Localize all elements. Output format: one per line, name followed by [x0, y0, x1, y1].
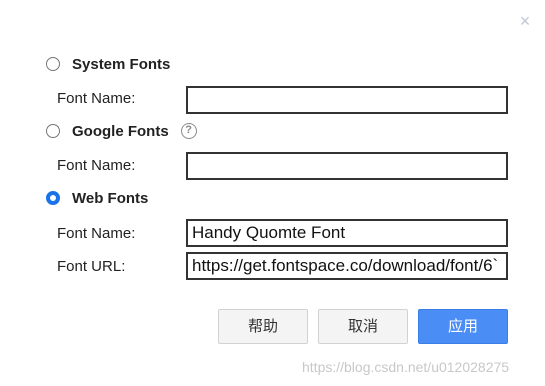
system-fonts-label: System Fonts: [72, 55, 171, 73]
system-fonts-option[interactable]: System Fonts: [46, 54, 170, 74]
watermark-text: https://blog.csdn.net/u012028275: [302, 359, 510, 375]
web-font-name-label: Font Name:: [57, 225, 136, 242]
system-fonts-radio[interactable]: [46, 57, 60, 71]
web-fonts-radio[interactable]: [46, 191, 60, 205]
system-font-name-input[interactable]: [186, 86, 508, 114]
google-fonts-option[interactable]: Google Fonts ?: [46, 121, 197, 141]
cancel-button[interactable]: 取消: [318, 309, 408, 344]
google-font-name-input[interactable]: [186, 152, 508, 180]
google-font-name-label: Font Name:: [57, 157, 136, 174]
google-fonts-label: Google Fonts: [72, 122, 169, 140]
web-font-url-input[interactable]: https://get.fontspace.co/download/font/6…: [186, 252, 508, 280]
google-fonts-radio[interactable]: [46, 124, 60, 138]
web-font-name-input[interactable]: Handy Quomte Font: [186, 219, 508, 247]
close-icon[interactable]: ×: [516, 12, 534, 30]
web-fonts-label: Web Fonts: [72, 189, 149, 207]
system-font-name-label: Font Name:: [57, 90, 136, 107]
web-fonts-option[interactable]: Web Fonts: [46, 188, 148, 208]
apply-button[interactable]: 应用: [418, 309, 508, 344]
help-icon[interactable]: ?: [180, 123, 197, 139]
help-button[interactable]: 帮助: [218, 309, 308, 344]
web-font-url-label: Font URL:: [57, 258, 126, 275]
